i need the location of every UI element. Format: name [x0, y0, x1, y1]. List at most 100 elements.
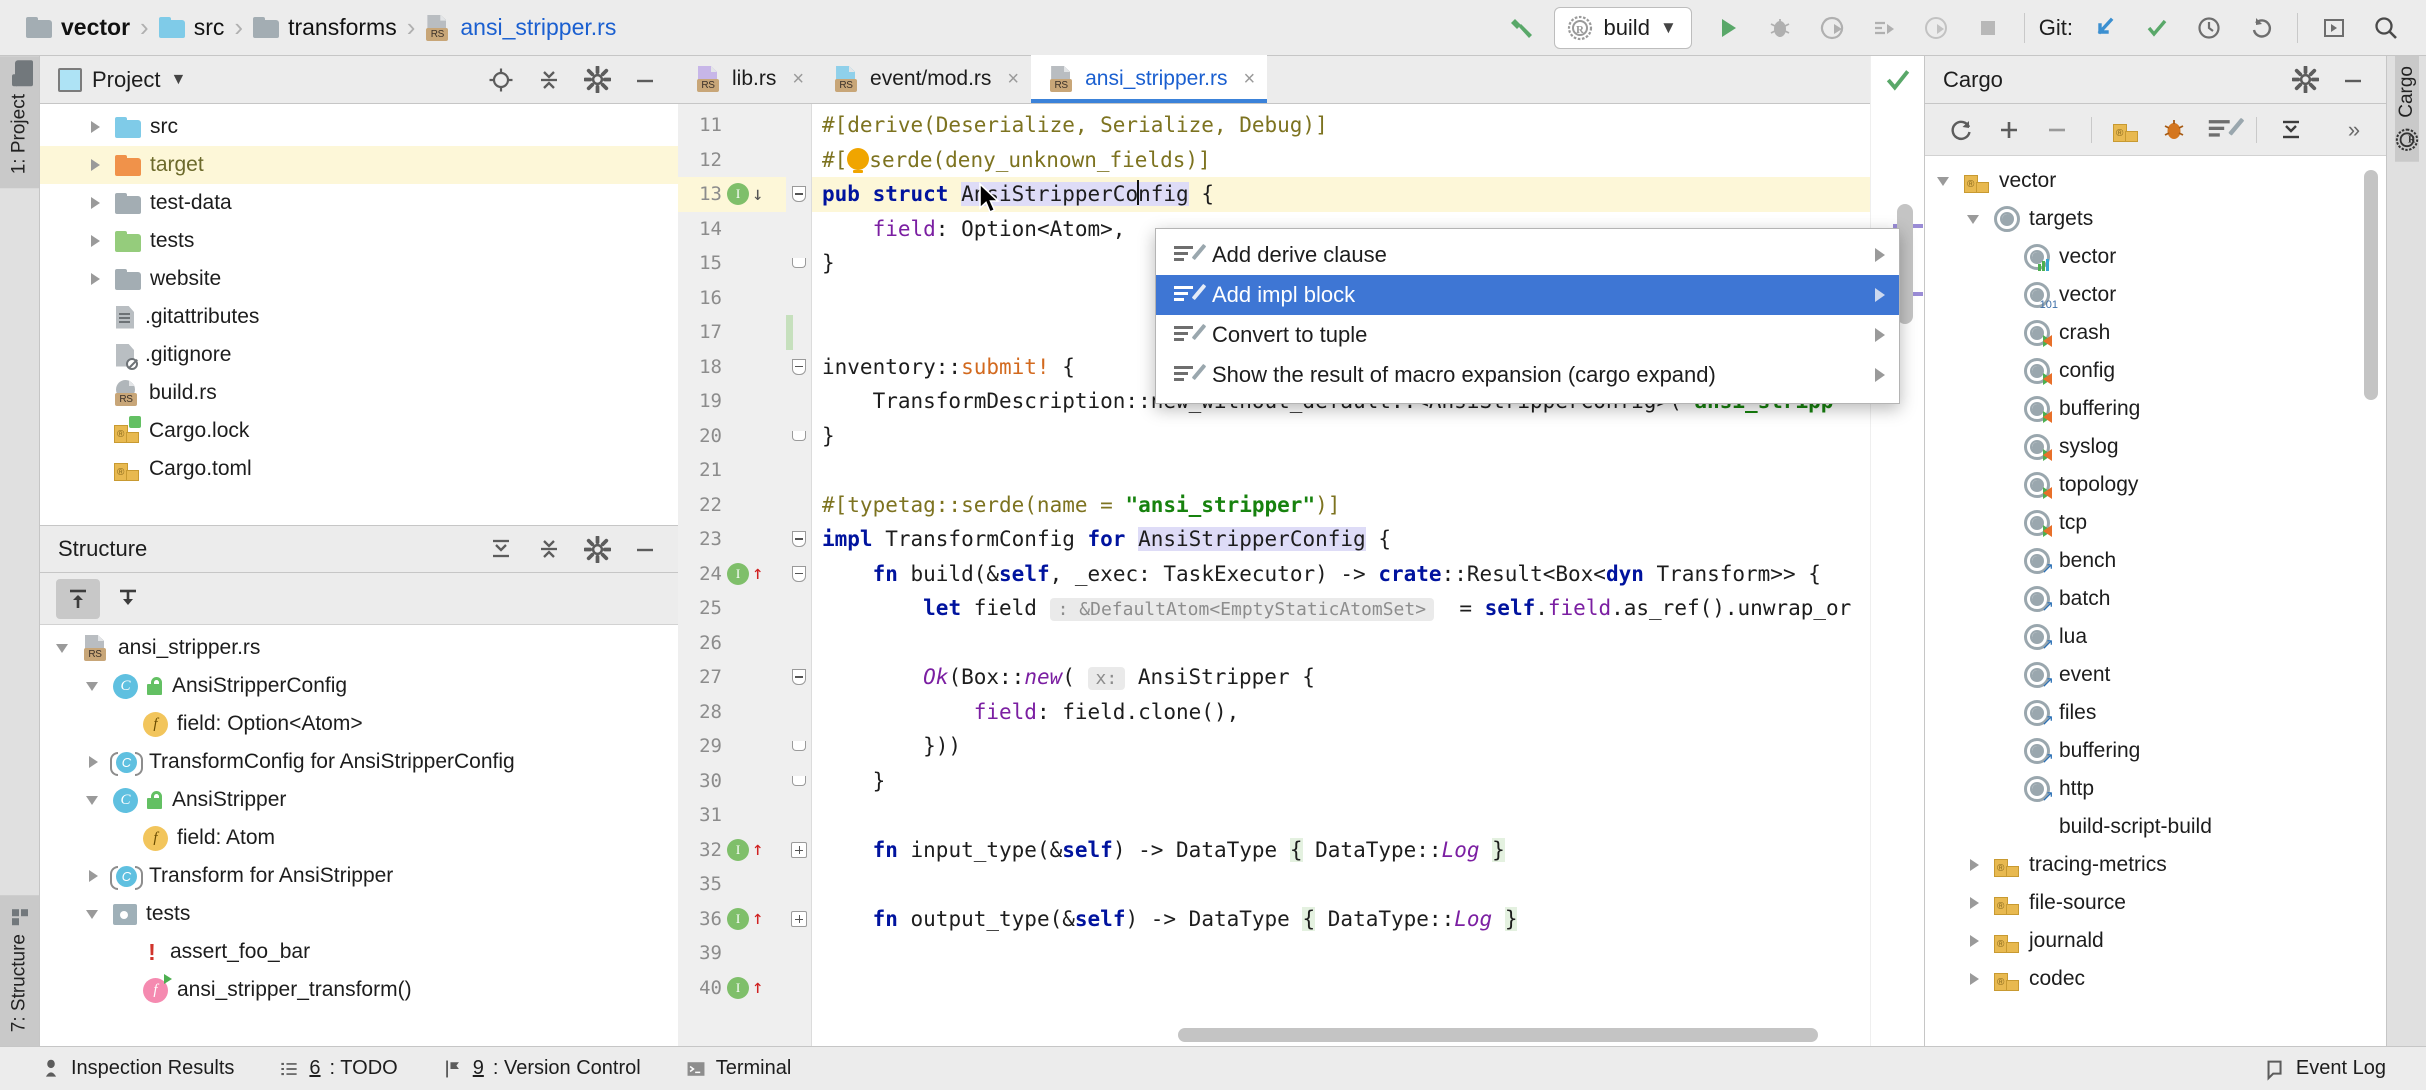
- run-with-coverage-button[interactable]: [1806, 6, 1858, 50]
- profile-button[interactable]: [1858, 6, 1910, 50]
- code-line[interactable]: [812, 867, 1870, 902]
- gutter-line[interactable]: 24I↑: [678, 557, 786, 592]
- hide-project-panel-button[interactable]: [626, 62, 664, 98]
- implements-gutter-icon[interactable]: I: [727, 839, 749, 861]
- tree-toggle-closed-icon[interactable]: [84, 752, 104, 772]
- cargo-scrollbar-thumb[interactable]: [2364, 170, 2378, 400]
- cargo-tree-row[interactable]: ↗http: [1925, 770, 2386, 808]
- tree-toggle-closed-icon[interactable]: [86, 117, 106, 137]
- fold-line[interactable]: [786, 453, 811, 488]
- gutter-line[interactable]: 20: [678, 419, 786, 454]
- status-event-log[interactable]: Event Log: [2241, 1057, 2408, 1081]
- cargo-tree-row[interactable]: 101vector: [1925, 276, 2386, 314]
- fold-line[interactable]: [786, 212, 811, 247]
- fold-expand-icon[interactable]: [791, 911, 807, 927]
- project-tree-row[interactable]: ®Cargo.toml: [40, 450, 678, 488]
- project-tree[interactable]: srctargettest-datatestswebsite.gitattrib…: [40, 104, 678, 525]
- fold-line[interactable]: [786, 902, 811, 937]
- gutter-line[interactable]: 14: [678, 212, 786, 247]
- structure-tree-row[interactable]: fansi_stripper_transform(): [40, 971, 678, 1009]
- stop-button[interactable]: [1962, 6, 2014, 50]
- gutter-line[interactable]: 23: [678, 522, 786, 557]
- status-terminal[interactable]: Terminal: [663, 1057, 814, 1080]
- git-update-button[interactable]: [2079, 6, 2131, 50]
- sidebar-item-cargo[interactable]: R Cargo: [2395, 56, 2419, 162]
- refresh-cargo-button[interactable]: [1939, 110, 1983, 150]
- scrollbar-thumb[interactable]: [1178, 1028, 1818, 1042]
- fold-line[interactable]: [786, 522, 811, 557]
- expand-all-button[interactable]: [482, 531, 520, 567]
- cargo-tree-row[interactable]: ↗batch: [1925, 580, 2386, 618]
- run-configuration-selector[interactable]: R build ▼: [1554, 7, 1691, 49]
- inspection-status-icon[interactable]: [1884, 66, 1912, 100]
- cargo-more-button[interactable]: »: [2332, 110, 2376, 150]
- cargo-tree-row[interactable]: ↗buffering: [1925, 732, 2386, 770]
- gutter-line[interactable]: 16: [678, 281, 786, 316]
- tree-toggle-closed-icon[interactable]: [84, 866, 104, 886]
- sort-alphabetically-button[interactable]: [106, 579, 150, 619]
- fold-line[interactable]: [786, 488, 811, 523]
- context-menu-item[interactable]: Add impl block: [1156, 275, 1899, 315]
- fold-collapse-icon[interactable]: [792, 531, 806, 547]
- build-button[interactable]: [1496, 6, 1548, 50]
- gutter-line[interactable]: 25: [678, 591, 786, 626]
- cargo-tree-row[interactable]: build-script-build: [1925, 808, 2386, 846]
- tree-toggle-open-icon[interactable]: [1965, 209, 1985, 229]
- editor-tab[interactable]: RSansi_stripper.rs×: [1031, 55, 1267, 103]
- horizontal-scrollbar[interactable]: [818, 1028, 1810, 1042]
- cargo-tree[interactable]: ®vectortargetsvector101vectorcrashconfig…: [1925, 156, 2386, 1046]
- cargo-tree-row[interactable]: ®codec: [1925, 960, 2386, 998]
- implements-gutter-icon[interactable]: I: [727, 977, 749, 999]
- project-tree-row[interactable]: RSbuild.rs: [40, 374, 678, 412]
- tree-toggle-closed-icon[interactable]: [86, 193, 106, 213]
- tree-toggle-closed-icon[interactable]: [1965, 893, 1985, 913]
- cargo-tree-row[interactable]: ↗files: [1925, 694, 2386, 732]
- code-line[interactable]: fn output_type(&self) -> DataType { Data…: [812, 902, 1870, 937]
- cargo-tree-row[interactable]: ®vector: [1925, 162, 2386, 200]
- gutter-line[interactable]: 12: [678, 143, 786, 178]
- status-todo[interactable]: 6 : TODO: [256, 1057, 419, 1080]
- tree-toggle-open-icon[interactable]: [84, 904, 104, 924]
- fold-line[interactable]: [786, 315, 811, 350]
- show-settings-button[interactable]: [2200, 110, 2244, 150]
- cargo-settings-button[interactable]: [2286, 62, 2324, 98]
- fold-line[interactable]: [786, 764, 811, 799]
- gutter-line[interactable]: 39: [678, 936, 786, 971]
- tree-toggle-closed-icon[interactable]: [86, 155, 106, 175]
- fold-line[interactable]: [786, 350, 811, 385]
- fold-expand-icon[interactable]: [791, 842, 807, 858]
- search-everywhere-button[interactable]: [2360, 6, 2412, 50]
- implements-gutter-icon[interactable]: I: [727, 563, 749, 585]
- code-line[interactable]: [812, 971, 1870, 1006]
- fold-collapse-icon[interactable]: [792, 359, 806, 375]
- structure-tree[interactable]: RSansi_stripper.rsCAnsiStripperConfigffi…: [40, 625, 678, 1046]
- gutter-line[interactable]: 11: [678, 108, 786, 143]
- fold-line[interactable]: [786, 108, 811, 143]
- gutter-line[interactable]: 27: [678, 660, 786, 695]
- implements-gutter-icon[interactable]: I: [727, 908, 749, 930]
- fold-collapse-icon[interactable]: [792, 566, 806, 582]
- fold-line[interactable]: [786, 419, 811, 454]
- breadcrumb-item-ansi-stripper[interactable]: RS ansi_stripper.rs: [421, 14, 620, 41]
- add-cargo-project-button[interactable]: [1987, 110, 2031, 150]
- hide-structure-panel-button[interactable]: [626, 531, 664, 567]
- cargo-tree-row[interactable]: ↗lua: [1925, 618, 2386, 656]
- context-menu-item[interactable]: Convert to tuple: [1156, 315, 1899, 355]
- editor-tab[interactable]: RSlib.rs×: [678, 55, 816, 103]
- git-rollback-button[interactable]: [2235, 6, 2287, 50]
- intention-context-menu[interactable]: Add derive clauseAdd impl blockConvert t…: [1155, 228, 1900, 404]
- tree-toggle-closed-icon[interactable]: [86, 269, 106, 289]
- structure-tree-row[interactable]: RSansi_stripper.rs: [40, 629, 678, 667]
- tree-toggle-closed-icon[interactable]: [86, 231, 106, 251]
- gutter-line[interactable]: 18: [678, 350, 786, 385]
- fold-gutter[interactable]: [786, 104, 812, 1046]
- tree-toggle-open-icon[interactable]: [84, 790, 104, 810]
- code-line[interactable]: fn input_type(&self) -> DataType { DataT…: [812, 833, 1870, 868]
- gutter-line[interactable]: 29: [678, 729, 786, 764]
- project-tree-row[interactable]: .gitignore: [40, 336, 678, 374]
- fold-line[interactable]: [786, 936, 811, 971]
- hide-cargo-panel-button[interactable]: [2334, 62, 2372, 98]
- git-history-button[interactable]: [2183, 6, 2235, 50]
- tree-toggle-closed-icon[interactable]: [1965, 969, 1985, 989]
- close-icon[interactable]: ×: [792, 68, 804, 91]
